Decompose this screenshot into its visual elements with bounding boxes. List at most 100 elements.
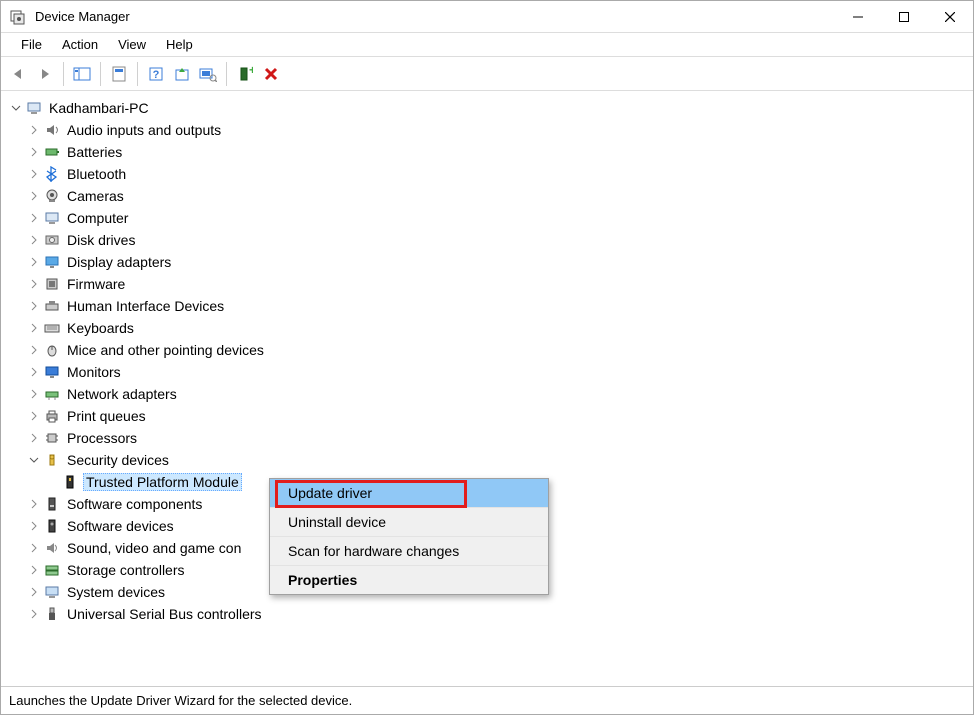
printer-icon <box>43 407 61 425</box>
menubar: File Action View Help <box>1 33 973 57</box>
window-title: Device Manager <box>35 9 835 24</box>
ctx-properties[interactable]: Properties <box>270 566 548 594</box>
expand-icon-closed[interactable] <box>27 211 41 225</box>
tree-category-network-adapters[interactable]: Network adapters <box>3 383 971 405</box>
forward-button[interactable] <box>33 62 57 86</box>
update-driver-button[interactable] <box>170 62 194 86</box>
expand-icon-closed[interactable] <box>27 123 41 137</box>
tree-category-cameras[interactable]: Cameras <box>3 185 971 207</box>
expand-icon-closed[interactable] <box>27 233 41 247</box>
tree-category-firmware[interactable]: Firmware <box>3 273 971 295</box>
hid-icon <box>43 297 61 315</box>
tree-category-bluetooth[interactable]: Bluetooth <box>3 163 971 185</box>
tree-category-disk-drives[interactable]: Disk drives <box>3 229 971 251</box>
audio-icon <box>43 121 61 139</box>
tree-category-print-queues[interactable]: Print queues <box>3 405 971 427</box>
expand-icon-closed[interactable] <box>27 365 41 379</box>
mouse-icon <box>43 341 61 359</box>
disk-icon <box>43 231 61 249</box>
expand-icon-closed[interactable] <box>27 563 41 577</box>
show-hide-tree-button[interactable] <box>70 62 94 86</box>
add-hardware-button[interactable]: + <box>233 62 257 86</box>
expand-icon-closed[interactable] <box>27 167 41 181</box>
toolbar-separator <box>226 62 227 86</box>
statusbar-text: Launches the Update Driver Wizard for th… <box>9 693 352 708</box>
menu-action[interactable]: Action <box>52 35 108 54</box>
tree-category-universal-serial-bus-controllers[interactable]: Universal Serial Bus controllers <box>3 603 971 625</box>
tree-category-security-devices[interactable]: Security devices <box>3 449 971 471</box>
firmware-icon <box>43 275 61 293</box>
tree-category-display-adapters[interactable]: Display adapters <box>3 251 971 273</box>
bluetooth-icon <box>43 165 61 183</box>
expand-icon-closed[interactable] <box>27 387 41 401</box>
menu-view[interactable]: View <box>108 35 156 54</box>
tree-node-label: Trusted Platform Module <box>83 473 242 491</box>
tree-node-label: Human Interface Devices <box>65 297 226 315</box>
tree-node-label: Security devices <box>65 451 171 469</box>
tree-node-label: Batteries <box>65 143 124 161</box>
expand-icon-closed[interactable] <box>27 497 41 511</box>
expand-icon-closed[interactable] <box>27 541 41 555</box>
display-icon <box>43 253 61 271</box>
tree-node-label: Disk drives <box>65 231 137 249</box>
ctx-update-driver[interactable]: Update driver <box>270 479 548 508</box>
tree-node-label: Bluetooth <box>65 165 128 183</box>
monitor-icon <box>43 363 61 381</box>
menu-help[interactable]: Help <box>156 35 203 54</box>
tree-node-label: Computer <box>65 209 130 227</box>
content-area: Kadhambari-PC Audio inputs and outputs Bat… <box>1 91 973 686</box>
tree-category-keyboards[interactable]: Keyboards <box>3 317 971 339</box>
security-icon <box>43 451 61 469</box>
tree-category-human-interface-devices[interactable]: Human Interface Devices <box>3 295 971 317</box>
toolbar: ? + <box>1 57 973 91</box>
properties-button[interactable] <box>107 62 131 86</box>
menu-file[interactable]: File <box>11 35 52 54</box>
computer-icon <box>43 209 61 227</box>
usb-icon <box>43 605 61 623</box>
ctx-scan-hardware[interactable]: Scan for hardware changes <box>270 537 548 566</box>
system-icon <box>43 583 61 601</box>
tree-category-audio-inputs-and-outputs[interactable]: Audio inputs and outputs <box>3 119 971 141</box>
scan-hardware-button[interactable] <box>196 62 220 86</box>
expand-icon-closed[interactable] <box>27 299 41 313</box>
tree-category-monitors[interactable]: Monitors <box>3 361 971 383</box>
expand-icon-closed[interactable] <box>27 343 41 357</box>
tree-category-computer[interactable]: Computer <box>3 207 971 229</box>
close-button[interactable] <box>927 1 973 33</box>
minimize-button[interactable] <box>835 1 881 33</box>
tree-category-processors[interactable]: Processors <box>3 427 971 449</box>
toolbar-separator <box>137 62 138 86</box>
expand-icon-open[interactable] <box>27 453 41 467</box>
expand-icon-closed[interactable] <box>27 409 41 423</box>
tree-node-label: Processors <box>65 429 139 447</box>
expand-icon-closed[interactable] <box>27 277 41 291</box>
expand-icon-closed[interactable] <box>27 607 41 621</box>
maximize-button[interactable] <box>881 1 927 33</box>
camera-icon <box>43 187 61 205</box>
expand-icon-none <box>45 475 59 489</box>
expand-icon-closed[interactable] <box>27 431 41 445</box>
expand-icon-open[interactable] <box>9 101 23 115</box>
uninstall-button[interactable] <box>259 62 283 86</box>
expand-icon-closed[interactable] <box>27 145 41 159</box>
cpu-icon <box>43 429 61 447</box>
tree-node-label: Audio inputs and outputs <box>65 121 223 139</box>
expand-icon-closed[interactable] <box>27 255 41 269</box>
toolbar-separator <box>100 62 101 86</box>
expand-icon-closed[interactable] <box>27 189 41 203</box>
expand-icon-closed[interactable] <box>27 321 41 335</box>
back-button[interactable] <box>7 62 31 86</box>
tree-node-label: Software devices <box>65 517 176 535</box>
tree-category-mice-and-other-pointing-devices[interactable]: Mice and other pointing devices <box>3 339 971 361</box>
help-button[interactable]: ? <box>144 62 168 86</box>
swcomp-icon <box>43 495 61 513</box>
tree-category-batteries[interactable]: Batteries <box>3 141 971 163</box>
tree-node-label: Mice and other pointing devices <box>65 341 266 359</box>
tree-node-label: Software components <box>65 495 204 513</box>
tree-node-label: Keyboards <box>65 319 136 337</box>
titlebar: Device Manager <box>1 1 973 33</box>
ctx-uninstall-device[interactable]: Uninstall device <box>270 508 548 537</box>
expand-icon-closed[interactable] <box>27 519 41 533</box>
tree-root[interactable]: Kadhambari-PC <box>3 97 971 119</box>
expand-icon-closed[interactable] <box>27 585 41 599</box>
